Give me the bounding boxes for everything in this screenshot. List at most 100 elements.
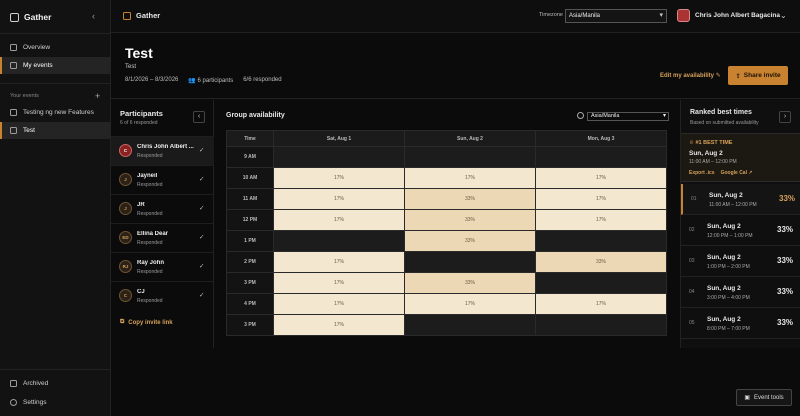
ranked-percent: 33% xyxy=(777,256,794,265)
participant-name: CJ xyxy=(137,289,145,295)
ranked-row[interactable]: 01 Sun, Aug 2 11:00 AM – 12:00 PM 33% xyxy=(681,184,800,215)
responded-count: 6/6 responded xyxy=(243,77,282,83)
timezone-label: Timezone xyxy=(539,12,563,18)
availability-grid: Time Sat, Aug 1 Sun, Aug 2 Mon, Aug 3 9 … xyxy=(226,130,667,336)
availability-cell[interactable]: 17% xyxy=(404,293,536,315)
availability-row: 2 PM 17% 33% xyxy=(226,251,667,273)
best-time-day: Sun, Aug 2 xyxy=(689,150,723,157)
availability-cell[interactable]: 17% xyxy=(273,272,405,294)
availability-cell[interactable]: 33% xyxy=(404,188,536,210)
avatar: C xyxy=(119,289,132,302)
availability-cell[interactable] xyxy=(404,146,536,168)
sidebar-event-testing[interactable]: Testing ng new Features xyxy=(0,104,111,121)
availability-cell[interactable]: 17% xyxy=(273,251,405,273)
brand-name: Gather xyxy=(24,12,52,22)
availability-cell[interactable]: 17% xyxy=(535,209,667,231)
copy-invite-link[interactable]: ⧉ Copy invite link xyxy=(120,319,173,326)
participant-row[interactable]: C Chris John Albert ... Responded ✓ xyxy=(111,136,214,165)
ranked-row[interactable]: 02 Sun, Aug 2 12:00 PM – 1:00 PM 33% xyxy=(681,215,800,246)
participant-status: Responded xyxy=(137,182,163,188)
google-cal-link[interactable]: Google Cal ↗ xyxy=(721,170,753,176)
participant-status: Responded xyxy=(137,298,163,304)
day-header: Sat, Aug 1 xyxy=(273,130,405,147)
availability-cell[interactable]: 33% xyxy=(404,230,536,252)
availability-cell[interactable] xyxy=(535,230,667,252)
participant-row[interactable]: ED Ellina Dear Responded ✓ xyxy=(111,223,214,252)
availability-cell[interactable]: 17% xyxy=(273,167,405,189)
ranked-time: 3:00 PM – 4:00 PM xyxy=(707,295,750,301)
check-icon: ✓ xyxy=(199,292,205,299)
chevron-down-icon[interactable]: ⌄ xyxy=(780,11,787,20)
availability-cell[interactable]: 17% xyxy=(273,209,405,231)
participant-row[interactable]: J Jayneil Responded ✓ xyxy=(111,165,214,194)
availability-cell[interactable] xyxy=(273,230,405,252)
expand-ranked-button[interactable]: › xyxy=(779,111,791,123)
date-range: 8/1/2026 – 8/3/2026 xyxy=(125,77,179,83)
availability-cell[interactable]: 33% xyxy=(404,272,536,294)
availability-cell[interactable]: 17% xyxy=(273,188,405,210)
sidebar-item-my-events[interactable]: My events xyxy=(0,57,111,74)
availability-cell[interactable]: 17% xyxy=(535,188,667,210)
ranked-row[interactable]: 03 Sun, Aug 2 1:00 PM – 2:00 PM 33% xyxy=(681,246,800,277)
edit-availability-link[interactable]: Edit my availability ✎ xyxy=(660,72,721,79)
sidebar-event-test[interactable]: Test xyxy=(0,122,111,139)
day-header: Sun, Aug 2 xyxy=(404,130,536,147)
group-availability-panel: Group availability Asia/Manila Time Sat,… xyxy=(214,100,680,348)
availability-row: 3 PM 17% 33% xyxy=(226,272,667,294)
availability-cell[interactable] xyxy=(535,314,667,336)
participants-subtitle: 6 of 6 responded xyxy=(120,120,158,126)
availability-cell[interactable]: 17% xyxy=(273,293,405,315)
availability-cell[interactable]: 33% xyxy=(535,251,667,273)
participant-row[interactable]: RJ Ray John Responded ✓ xyxy=(111,252,214,281)
ranked-day: Sun, Aug 2 xyxy=(707,254,741,261)
check-icon: ✓ xyxy=(199,176,205,183)
availability-cell[interactable] xyxy=(535,146,667,168)
ranked-time: 11:00 AM – 12:00 PM xyxy=(709,202,757,208)
share-invite-button[interactable]: ⇪ Share invite xyxy=(728,66,788,85)
availability-cell[interactable]: 17% xyxy=(404,167,536,189)
availability-cell[interactable] xyxy=(404,314,536,336)
event-tools-button[interactable]: ▣ Event tools xyxy=(736,389,792,406)
timezone-select[interactable]: Asia/Manila xyxy=(565,9,667,23)
availability-cell[interactable] xyxy=(535,272,667,294)
sidebar-item-archived[interactable]: Archived xyxy=(0,375,111,392)
user-menu[interactable]: Chris John Albert Bagacina xyxy=(677,9,780,22)
sidebar-item-settings[interactable]: Settings xyxy=(0,394,111,411)
collapse-sidebar-button[interactable]: ‹ xyxy=(92,11,95,21)
time-label: 2 PM xyxy=(226,251,274,273)
sidebar-item-label: Archived xyxy=(23,380,49,387)
gear-icon xyxy=(10,399,17,406)
check-icon: ✓ xyxy=(199,263,205,270)
export-ics-link[interactable]: Export .ics xyxy=(689,170,715,176)
participant-row[interactable]: J JR Responded ✓ xyxy=(111,194,214,223)
availability-cell[interactable] xyxy=(404,251,536,273)
participant-name: Ellina Dear xyxy=(137,231,169,237)
sidebar-item-label: Testing ng new Features xyxy=(23,109,94,116)
add-event-button[interactable]: + xyxy=(95,91,100,101)
availability-rows: 9 AM 10 AM 17% 17% 17% 11 AM 17% 33% 17% 12 PM 17%… xyxy=(226,146,667,336)
availability-cell[interactable]: 17% xyxy=(273,314,405,336)
rank-number: 04 xyxy=(689,289,695,295)
availability-cell[interactable]: 33% xyxy=(404,209,536,231)
availability-timezone-select[interactable]: Asia/Manila xyxy=(587,112,669,121)
ranked-row[interactable]: 05 Sun, Aug 2 8:00 PM – 7:00 PM 33% xyxy=(681,308,800,339)
availability-cell[interactable]: 17% xyxy=(535,293,667,315)
participant-row[interactable]: C CJ Responded ✓ xyxy=(111,281,214,310)
avatar xyxy=(677,9,690,22)
brand[interactable]: Gather xyxy=(10,11,51,23)
ranked-day: Sun, Aug 2 xyxy=(707,316,741,323)
availability-row: 11 AM 17% 33% 17% xyxy=(226,188,667,210)
participant-status: Responded xyxy=(137,240,163,246)
rank-number: 02 xyxy=(689,227,695,233)
availability-cell[interactable]: 17% xyxy=(535,167,667,189)
participant-name: JR xyxy=(137,202,145,208)
ranked-row[interactable]: 04 Sun, Aug 2 3:00 PM – 4:00 PM 33% xyxy=(681,277,800,308)
time-label: 1 PM xyxy=(226,230,274,252)
ranked-time: 8:00 PM – 7:00 PM xyxy=(707,326,750,332)
collapse-participants-button[interactable]: ‹ xyxy=(193,111,205,123)
time-header: Time xyxy=(226,130,274,147)
ranked-day: Sun, Aug 2 xyxy=(707,223,741,230)
availability-cell[interactable] xyxy=(273,146,405,168)
participants-panel: Participants 6 of 6 responded ‹ C Chris … xyxy=(111,100,214,348)
sidebar-item-overview[interactable]: Overview xyxy=(0,39,111,56)
